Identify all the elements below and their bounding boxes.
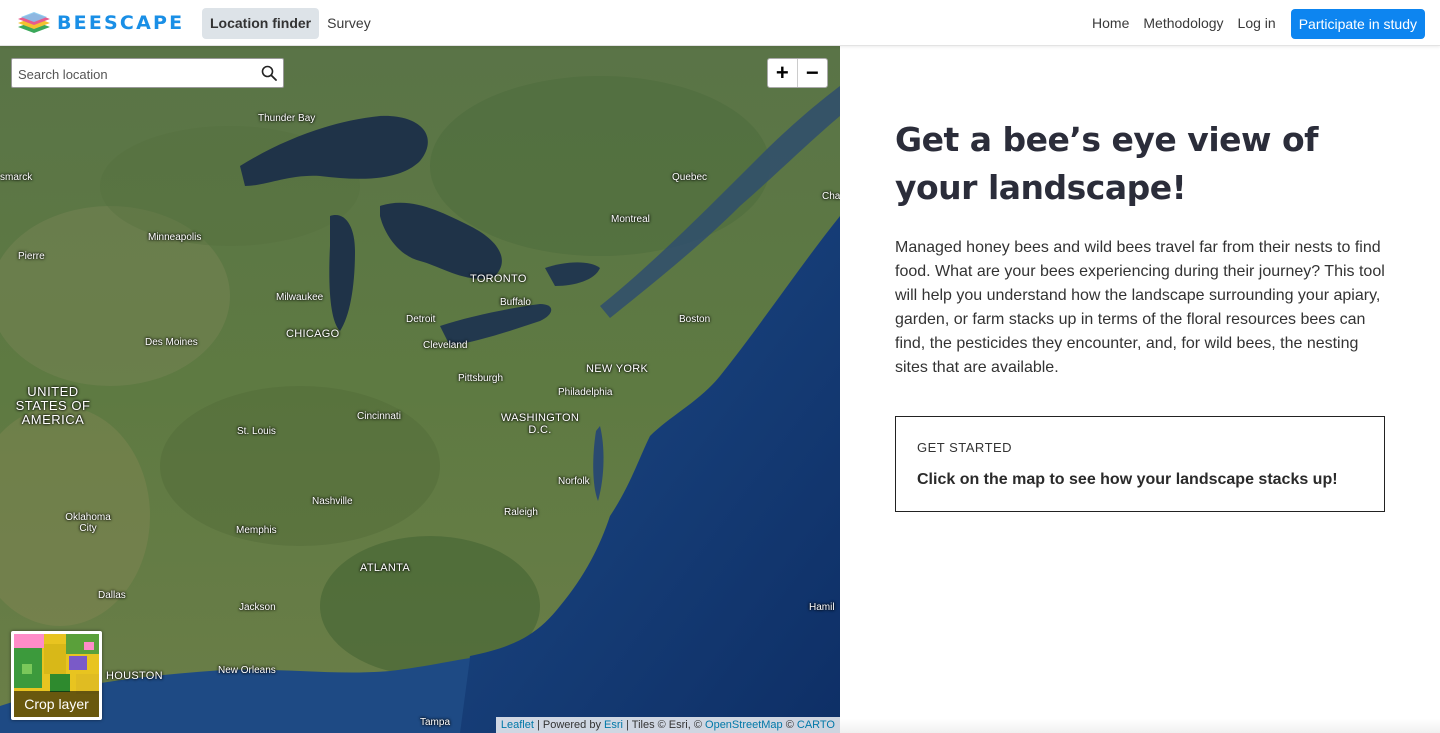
attribution-text-2: | Tiles © Esri, © <box>622 719 706 731</box>
nav-survey[interactable]: Survey <box>319 8 379 39</box>
brand-name: BEESCAPE <box>57 12 185 34</box>
map-label-philadelphia: Philadelphia <box>558 387 613 398</box>
map-label-nashville: Nashville <box>312 496 353 507</box>
satellite-map[interactable]: Thunder Bay smarck Quebec Cha Montreal M… <box>0 46 840 733</box>
panel-bottom-shadow <box>840 719 1440 733</box>
search-location-input[interactable] <box>18 64 256 84</box>
get-started-eyebrow: GET STARTED <box>917 440 1013 455</box>
nav-log-in[interactable]: Log in <box>1231 8 1283 39</box>
map-label-chicago: CHICAGO <box>286 328 340 340</box>
map-label-quebec: Quebec <box>672 172 708 183</box>
participate-in-study-button[interactable]: Participate in study <box>1290 8 1425 39</box>
attribution-text-1: | Powered by <box>533 719 605 731</box>
intro-paragraph: Managed honey bees and wild bees travel … <box>895 239 1385 376</box>
map-label-oklahoma-city: Oklahoma City <box>65 512 111 534</box>
satellite-imagery <box>0 46 840 733</box>
map-label-boston: Boston <box>679 314 711 325</box>
secondary-nav: Home Methodology Log in Participate in s… <box>1085 8 1425 39</box>
map-label-cleveland: Cleveland <box>423 340 468 351</box>
nav-location-finder[interactable]: Location finder <box>202 8 320 39</box>
attribution-text-3: © <box>782 719 797 731</box>
brand-home-link[interactable]: BEESCAPE <box>16 10 184 36</box>
map-label-new-orleans: New Orleans <box>218 665 276 676</box>
get-started-instruction: Click on the map to see how your landsca… <box>917 471 1338 488</box>
openstreetmap-link[interactable]: OpenStreetMap <box>705 719 783 731</box>
map-label-milwaukee: Milwaukee <box>276 292 324 303</box>
nav-methodology[interactable]: Methodology <box>1136 8 1230 39</box>
esri-link[interactable]: Esri <box>604 719 623 731</box>
map-label-new-york: NEW YORK <box>586 363 649 375</box>
map-label-washington: WASHINGTON D.C. <box>500 412 580 436</box>
crop-layer-toggle[interactable]: Crop layer <box>11 631 102 720</box>
map-label-bismarck: smarck <box>0 172 33 183</box>
zoom-out-button[interactable]: − <box>798 59 827 87</box>
map-label-pittsburgh: Pittsburgh <box>458 373 504 384</box>
leaflet-link[interactable]: Leaflet <box>501 719 534 731</box>
map-label-houston: HOUSTON <box>106 670 163 682</box>
map-label-buffalo: Buffalo <box>500 297 531 308</box>
map-label-pierre: Pierre <box>18 251 45 262</box>
map-label-dallas: Dallas <box>98 590 126 601</box>
map-label-raleigh: Raleigh <box>504 507 538 518</box>
nav-home[interactable]: Home <box>1085 8 1136 39</box>
location-search <box>11 58 284 88</box>
map-label-des-moines: Des Moines <box>145 337 198 348</box>
map-label-memphis: Memphis <box>236 525 277 536</box>
map-label-cincinnati: Cincinnati <box>357 411 401 422</box>
map-label-hamilton: Hamil <box>809 602 835 613</box>
crop-layer-label: Crop layer <box>14 691 99 717</box>
map-label-detroit: Detroit <box>406 314 436 325</box>
map-label-atlanta: ATLANTA <box>360 562 410 574</box>
map-label-thunder-bay: Thunder Bay <box>258 113 316 124</box>
zoom-in-button[interactable]: + <box>768 59 798 87</box>
primary-nav: Location finder Survey <box>202 8 379 39</box>
search-icon[interactable] <box>261 65 277 81</box>
page-headline: Get a bee’s eye view of your landscape! <box>895 120 1319 207</box>
info-panel: Get a bee’s eye view of your landscape! … <box>840 46 1440 733</box>
carto-link[interactable]: CARTO <box>797 719 835 731</box>
top-navbar: BEESCAPE Location finder Survey Home Met… <box>0 0 1440 46</box>
get-started-card: GET STARTED Click on the map to see how … <box>895 416 1385 512</box>
map-label-montreal: Montreal <box>611 214 650 225</box>
map-label-toronto: TORONTO <box>470 273 527 285</box>
map-label-jackson: Jackson <box>239 602 276 613</box>
map-attribution: Leaflet | Powered by Esri | Tiles © Esri… <box>495 717 840 733</box>
map-label-st-louis: St. Louis <box>237 426 276 437</box>
map-label-norfolk: Norfolk <box>558 476 590 487</box>
map-label-minneapolis: Minneapolis <box>148 232 202 243</box>
map-label-tampa: Tampa <box>420 717 451 728</box>
map-label-usa: UNITED STATES OF AMERICA <box>15 384 91 427</box>
map-label-charlottetown: Cha <box>822 191 840 202</box>
zoom-control: + − <box>767 58 828 88</box>
beescape-logo-icon <box>18 12 50 33</box>
